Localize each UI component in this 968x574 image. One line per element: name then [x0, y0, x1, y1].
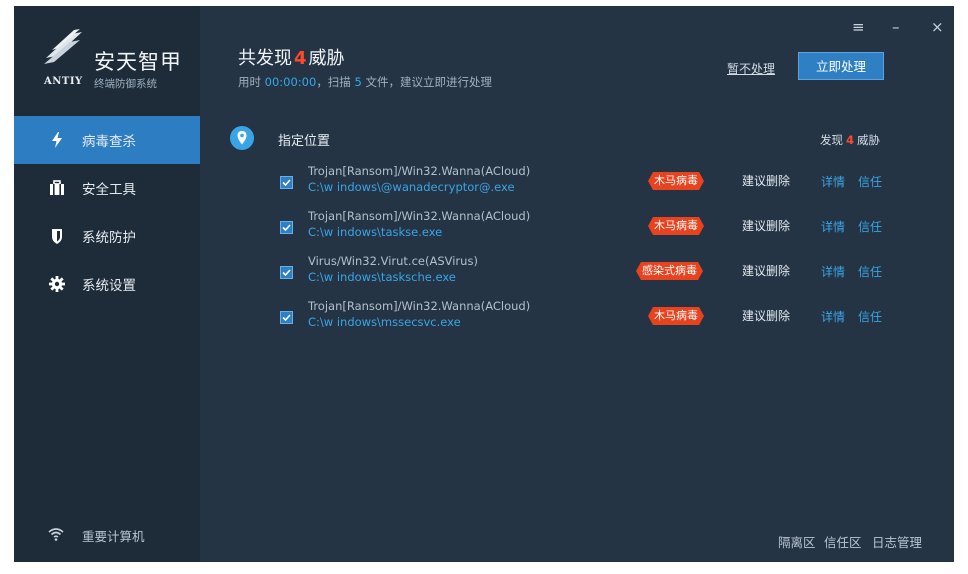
threat-row: Trojan[Ransom]/Win32.Wanna(ACloud) C:\w …: [200, 299, 954, 343]
detail-link[interactable]: 详情: [821, 308, 845, 325]
threat-suggestion: 建议删除: [742, 174, 791, 188]
threat-count: 4: [294, 48, 307, 69]
detail-link[interactable]: 详情: [821, 218, 845, 235]
section-title: 指定位置: [278, 134, 331, 149]
threat-suggestion: 建议删除: [742, 219, 791, 233]
sidebar-item-system-settings[interactable]: 系统设置: [14, 260, 200, 308]
threat-path: C:\w indows\@wanadecryptor@.exe: [308, 180, 515, 194]
threat-type-badge: 感染式病毒: [636, 262, 703, 280]
threat-path: C:\w indows\mssecsvc.exe: [308, 315, 461, 329]
trust-link[interactable]: 信任: [858, 263, 882, 280]
sidebar-item-system-protection[interactable]: 系统防护: [14, 212, 200, 260]
main-panel: ≡ – × 共发现 4 威胁 用时 00:00:00，扫描 5 文件，建议立即进行处…: [200, 6, 954, 562]
app-window: 安天智甲 ANTIY 终端防御系统 病毒查杀 安全工具 系统防护 系统设置 重要…: [14, 6, 954, 562]
checkbox-checked-icon[interactable]: [280, 176, 293, 189]
threat-path: C:\w indows\taskse.exe: [308, 225, 443, 239]
trust-link[interactable]: 信任: [858, 218, 882, 235]
trust-zone-link[interactable]: 信任区: [824, 532, 862, 551]
sidebar-nav: 病毒查杀 安全工具 系统防护 系统设置: [14, 116, 200, 308]
threat-type-badge: 木马病毒: [648, 172, 704, 190]
threat-suggestion: 建议删除: [742, 264, 791, 278]
scan-file-count: 5: [354, 75, 362, 89]
threat-path: C:\w indows\tasksche.exe: [308, 270, 456, 284]
shield-icon: [52, 229, 62, 244]
checkbox-checked-icon[interactable]: [280, 266, 293, 279]
log-management-link[interactable]: 日志管理: [872, 532, 922, 551]
checkbox-checked-icon[interactable]: [280, 311, 293, 324]
sidebar-item-label: 病毒查杀: [82, 134, 136, 150]
wifi-icon: [48, 528, 64, 541]
sidebar: 安天智甲 ANTIY 终端防御系统 病毒查杀 安全工具 系统防护 系统设置 重要…: [14, 6, 200, 562]
detail-link[interactable]: 详情: [821, 173, 845, 190]
threat-name: Trojan[Ransom]/Win32.Wanna(ACloud): [308, 299, 531, 313]
brand-name: 安天智甲: [94, 50, 182, 74]
important-computer-label: 重要计算机: [82, 529, 145, 544]
sidebar-item-virus-scan[interactable]: 病毒查杀: [14, 116, 200, 164]
sidebar-item-label: 安全工具: [82, 182, 136, 198]
toolbox-icon: [50, 180, 64, 195]
sidebar-item-security-tools[interactable]: 安全工具: [14, 164, 200, 212]
brand-subtitle: 终端防御系统: [94, 78, 157, 90]
threat-name: Trojan[Ransom]/Win32.Wanna(ACloud): [308, 164, 531, 178]
scan-summary: 用时 00:00:00，扫描 5 文件，建议立即进行处理: [238, 75, 492, 89]
brand-en: ANTIY: [44, 76, 83, 87]
scan-time: 00:00:00: [264, 75, 317, 89]
trust-link[interactable]: 信任: [858, 308, 882, 325]
ignore-button[interactable]: 暂不处理: [727, 60, 775, 77]
sidebar-item-label: 系统设置: [82, 278, 136, 294]
gear-icon: [49, 276, 65, 292]
threat-suggestion: 建议删除: [742, 309, 791, 323]
trust-link[interactable]: 信任: [858, 173, 882, 190]
threat-row: Trojan[Ransom]/Win32.Wanna(ACloud) C:\w …: [200, 209, 954, 253]
brand: 安天智甲 ANTIY 终端防御系统: [42, 24, 192, 94]
threat-name: Trojan[Ransom]/Win32.Wanna(ACloud): [308, 209, 531, 223]
section-threat-count: 发现 4 威胁: [820, 133, 881, 147]
menu-icon[interactable]: ≡: [852, 18, 865, 36]
threat-row: Trojan[Ransom]/Win32.Wanna(ACloud) C:\w …: [200, 164, 954, 208]
checkbox-checked-icon[interactable]: [280, 221, 293, 234]
minimize-icon[interactable]: –: [892, 18, 900, 36]
process-now-button[interactable]: 立即处理: [798, 52, 884, 80]
quarantine-link[interactable]: 隔离区: [778, 532, 816, 551]
page-title: 共发现 4 威胁: [238, 48, 345, 69]
threat-name: Virus/Win32.Virut.ce(ASVirus): [308, 254, 478, 268]
threat-type-badge: 木马病毒: [648, 307, 704, 325]
detail-link[interactable]: 详情: [821, 263, 845, 280]
antiy-logo-icon: [44, 29, 82, 64]
location-pin-icon: [230, 126, 254, 150]
threat-type-badge: 木马病毒: [648, 217, 704, 235]
lightning-icon: [52, 132, 62, 148]
close-icon[interactable]: ×: [931, 18, 944, 36]
threat-row: Virus/Win32.Virut.ce(ASVirus) C:\w indow…: [200, 254, 954, 298]
sidebar-item-label: 系统防护: [82, 230, 136, 246]
